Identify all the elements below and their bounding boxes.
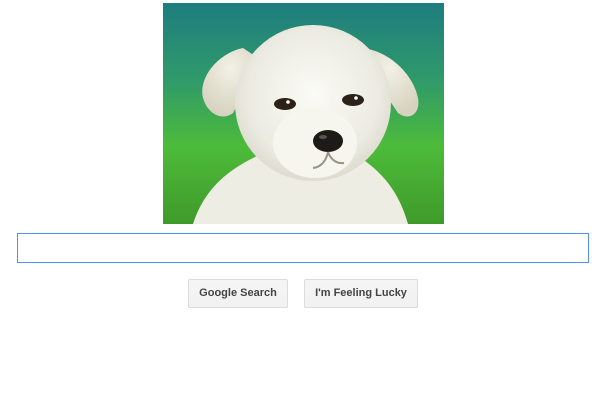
feeling-lucky-button[interactable]: I'm Feeling Lucky xyxy=(304,279,418,308)
google-search-button[interactable]: Google Search xyxy=(188,279,288,308)
puppy-logo-image xyxy=(163,3,444,224)
search-buttons: Google Search I'm Feeling Lucky xyxy=(0,279,600,308)
search-page: Google Search I'm Feeling Lucky xyxy=(0,0,600,412)
search-input[interactable] xyxy=(17,233,589,263)
